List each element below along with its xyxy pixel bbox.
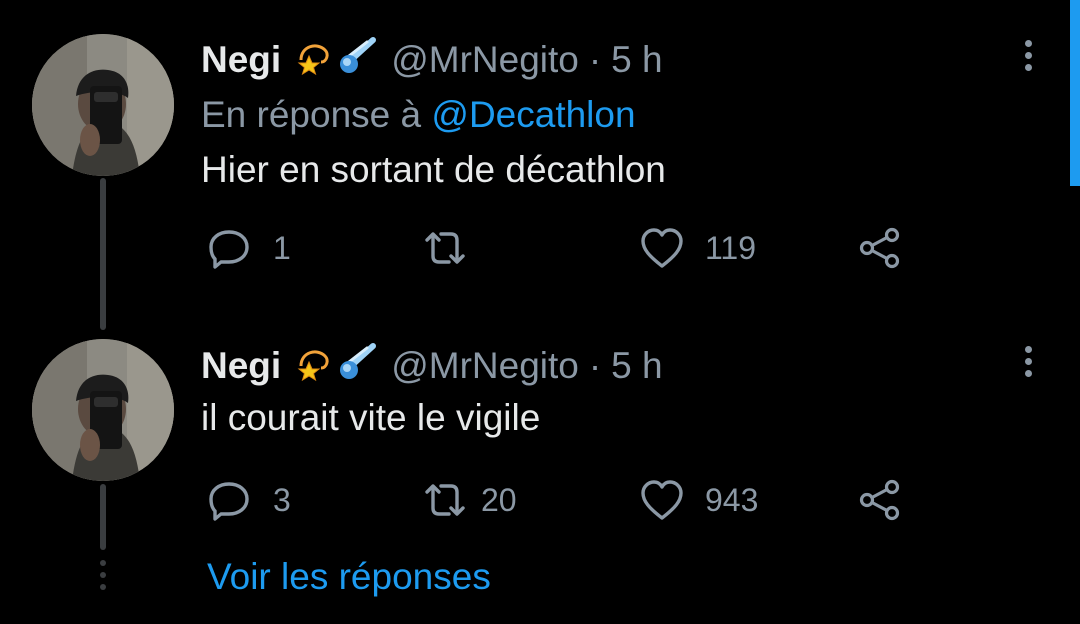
reply-icon	[209, 230, 249, 269]
author-emojis	[295, 36, 377, 85]
dizzy-star-emoji-icon	[295, 36, 335, 85]
thread-more-dots	[100, 560, 106, 596]
author-name[interactable]: Negi	[201, 345, 281, 387]
retweet-icon	[425, 232, 465, 264]
share-icon	[859, 479, 900, 521]
avatar[interactable]	[32, 34, 174, 176]
tweet-text: Hier en sortant de décathlon	[201, 149, 666, 190]
reply-context: En réponse à @Decathlon	[201, 86, 1080, 144]
reply-button[interactable]: 1	[207, 224, 291, 272]
author-emojis	[295, 342, 377, 391]
thread-connector-line	[100, 178, 106, 330]
like-count: 943	[705, 481, 759, 518]
avatar[interactable]	[32, 339, 174, 481]
author-name[interactable]: Negi	[201, 39, 281, 81]
reply-mention-link[interactable]: @Decathlon	[431, 94, 635, 135]
author-handle[interactable]: @MrNegito	[391, 39, 579, 81]
thread-connector-line	[100, 484, 106, 550]
more-vertical-icon[interactable]	[1022, 346, 1034, 382]
heart-icon	[641, 228, 683, 268]
reply-count: 1	[273, 229, 291, 266]
like-count: 119	[705, 229, 757, 266]
reply-prefix: En réponse à	[201, 94, 422, 135]
heart-icon	[641, 480, 683, 520]
tweet-header: Negi @MrNegito · 5 h	[201, 34, 1080, 86]
comet-emoji-icon	[337, 36, 377, 85]
tweet-header: Negi @MrNegito · 5 h	[201, 340, 1080, 392]
share-icon	[859, 227, 900, 269]
more-vertical-icon[interactable]	[1022, 40, 1034, 76]
tweet-actions: 3 20 943	[201, 476, 1080, 536]
tweet-time[interactable]: 5 h	[611, 345, 662, 387]
dizzy-star-emoji-icon	[295, 342, 335, 391]
reply-icon	[209, 482, 249, 521]
retweet-count: 20	[481, 481, 517, 518]
comet-emoji-icon	[337, 342, 377, 391]
tweet-actions: 1 119	[201, 224, 1080, 284]
tweet[interactable]: Negi @MrNegito · 5 h En réponse à @Decat…	[201, 34, 1080, 284]
like-button[interactable]: 943	[639, 476, 758, 524]
retweet-icon	[425, 484, 465, 516]
tweet[interactable]: Negi @MrNegito · 5 h il courait vite le	[201, 340, 1080, 536]
tweet-text: il courait vite le vigile	[201, 397, 541, 438]
author-handle[interactable]: @MrNegito	[391, 345, 579, 387]
retweet-button[interactable]: 20	[421, 476, 517, 524]
reply-count: 3	[273, 481, 291, 518]
tweet-time[interactable]: 5 h	[611, 39, 662, 81]
share-button[interactable]	[858, 476, 902, 524]
reply-button[interactable]: 3	[207, 476, 291, 524]
like-button[interactable]: 119	[639, 224, 756, 272]
retweet-button[interactable]	[421, 224, 481, 272]
share-button[interactable]	[858, 224, 902, 272]
separator-dot: ·	[588, 39, 602, 80]
show-replies-link[interactable]: Voir les réponses	[207, 556, 491, 598]
separator-dot: ·	[588, 345, 602, 386]
